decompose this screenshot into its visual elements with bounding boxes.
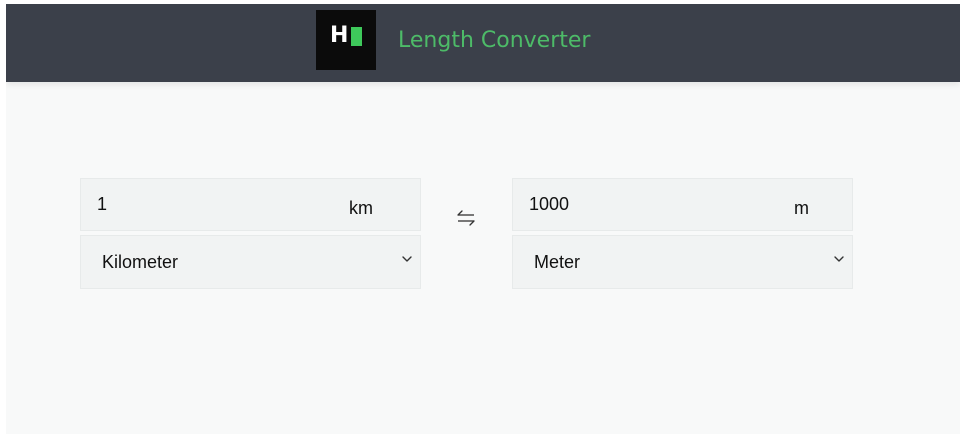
- logo-letter: H: [330, 23, 349, 48]
- app-title: Length Converter: [398, 28, 591, 53]
- app-window: H Length Converter 1 km Kilometer 1000 m…: [6, 4, 960, 434]
- swap-arrows-icon[interactable]: [455, 209, 477, 227]
- from-unit-abbr: km: [349, 198, 373, 218]
- to-unit-select[interactable]: Meter: [512, 235, 853, 289]
- chevron-down-icon: [834, 256, 844, 262]
- chevron-down-icon: [402, 256, 412, 262]
- logo-green-block: [351, 27, 362, 46]
- from-value-text: 1: [97, 194, 108, 214]
- to-unit-abbr: m: [794, 198, 809, 218]
- from-value-input[interactable]: 1 km: [80, 178, 421, 231]
- header-bar: H Length Converter: [6, 4, 960, 82]
- from-unit-select[interactable]: Kilometer: [80, 235, 421, 289]
- to-value-text: 1000: [529, 194, 570, 214]
- app-logo[interactable]: H: [316, 10, 376, 70]
- screenshot-frame: H Length Converter 1 km Kilometer 1000 m…: [0, 0, 960, 434]
- to-value-input[interactable]: 1000 m: [512, 178, 853, 231]
- to-unit-selected: Meter: [534, 252, 581, 272]
- from-unit-selected: Kilometer: [102, 252, 179, 272]
